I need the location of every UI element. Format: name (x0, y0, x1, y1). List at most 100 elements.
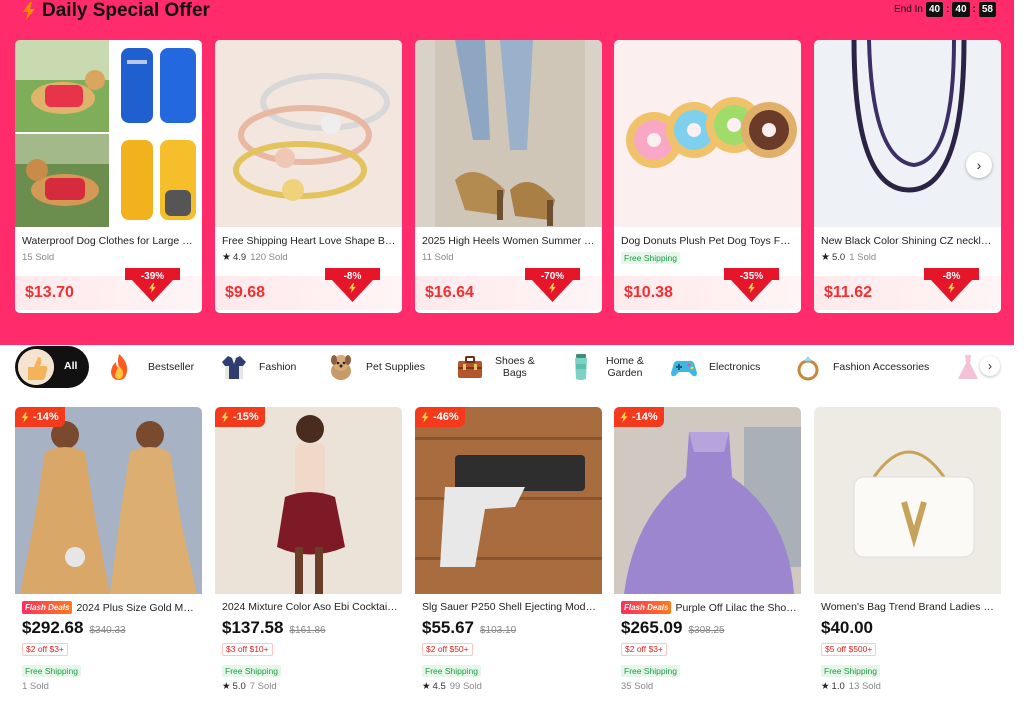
product-price: $265.09 (621, 618, 683, 637)
deal-name[interactable]: New Black Color Shining CZ necklace (821, 235, 995, 247)
product-name[interactable]: 2024 Mixture Color Aso Ebi Cocktail Dres… (222, 601, 398, 613)
free-shipping-badge: Free Shipping (821, 665, 880, 677)
lightning-icon (149, 283, 156, 293)
product-image-cocktail-dress[interactable]: -15% (215, 407, 402, 594)
star-icon: ★ (821, 252, 830, 263)
countdown-seconds: 58 (978, 2, 996, 17)
deal-rating-sold: ★ 4.9 120 Sold (222, 252, 288, 263)
product-sold: 35 Sold (621, 681, 654, 692)
product-card[interactable]: -14% Flash Deals 2024 Plus Size Gold Mer… (15, 407, 202, 701)
category-all[interactable]: All (15, 346, 89, 388)
lightning-icon (221, 411, 229, 423)
product-old-price: $340.33 (89, 625, 126, 636)
product-price: $292.68 (22, 618, 84, 637)
deal-card[interactable]: Dog Donuts Plush Pet Dog Toys For Chewin… (614, 40, 801, 313)
chevron-right-icon[interactable]: › (980, 356, 1000, 376)
deal-name[interactable]: 2025 High Heels Women Summer Sandals (422, 235, 596, 247)
category-electronics[interactable]: Electronics (669, 350, 760, 384)
product-image-gold-dress[interactable]: -14% (15, 407, 202, 594)
deal-card[interactable]: Waterproof Dog Clothes for Large Dogs 15… (15, 40, 202, 313)
flash-discount-tag: -46% (415, 407, 465, 427)
free-shipping-badge: Free Shipping (621, 252, 680, 264)
category-fashion-accessories[interactable]: Fashion Accessories (793, 350, 929, 384)
product-card[interactable]: -15% 2024 Mixture Color Aso Ebi Cocktail… (215, 407, 402, 701)
product-rating-sold: ★ 4.5 99 Sold (422, 681, 482, 692)
deal-name[interactable]: Dog Donuts Plush Pet Dog Toys For Chewin… (621, 235, 795, 247)
discount-badge: -35% (724, 268, 779, 302)
discount-badge: -39% (125, 268, 180, 302)
chevron-right-icon[interactable]: › (966, 152, 992, 178)
category-shoes-bags[interactable]: Shoes & Bags (455, 350, 535, 384)
dress-icon (958, 355, 978, 379)
product-name[interactable]: Slg Sauer P250 Shell Ejecting Model Toy (422, 601, 598, 613)
free-shipping-badge: Free Shipping (422, 665, 481, 677)
free-shipping-badge: Free Shipping (22, 665, 81, 677)
product-name[interactable]: Women's Bag Trend Brand Ladies Handbag (821, 601, 997, 613)
deal-price: $16.64 (425, 284, 474, 301)
star-icon: ★ (222, 252, 231, 263)
product-card[interactable]: -46% Slg Sauer P250 Shell Ejecting Model… (415, 407, 602, 701)
flash-discount-tag: -15% (215, 407, 265, 427)
deal-card[interactable]: 2025 High Heels Women Summer Sandals 11 … (415, 40, 602, 313)
countdown-hours: 40 (925, 2, 944, 17)
jacket-icon (222, 356, 246, 379)
product-image-handbag[interactable] (814, 407, 1001, 594)
cup-icon (575, 354, 587, 380)
star-icon: ★ (821, 681, 830, 692)
lightning-icon (549, 283, 556, 293)
category-pet-supplies[interactable]: Pet Supplies (326, 350, 425, 384)
deal-image-donut-toys[interactable] (614, 40, 801, 227)
product-name[interactable]: 2024 Plus Size Gold Mermaid Prom Dress (76, 602, 198, 614)
countdown-label: End In (894, 4, 923, 15)
product-old-price: $103.10 (480, 625, 517, 636)
product-rating-sold: ★ 5.0 7 Sold (222, 681, 277, 692)
product-old-price: $161.86 (289, 625, 326, 636)
category-bestseller[interactable]: Bestseller (104, 350, 194, 384)
lightning-icon (948, 283, 955, 293)
product-old-price: $308.25 (688, 625, 725, 636)
lightning-icon (620, 411, 628, 423)
coupon-tag[interactable]: $3 off $10+ (222, 643, 273, 656)
deal-card[interactable]: Free Shipping Heart Love Shape Bangle ★ … (215, 40, 402, 313)
lightning-icon (349, 283, 356, 293)
lightning-icon (421, 411, 429, 423)
thumbs-up-icon (18, 349, 54, 385)
product-name[interactable]: Purple Off Lilac the Shoulder Quinceaner… (675, 602, 797, 614)
product-sold: 1 Sold (22, 681, 49, 692)
star-icon: ★ (422, 681, 431, 692)
gamepad-icon (671, 360, 697, 377)
discount-badge: -8% (924, 268, 979, 302)
category-home-garden[interactable]: Home & Garden (566, 350, 644, 384)
product-card[interactable]: -14% Flash Deals Purple Off Lilac the Sh… (614, 407, 801, 701)
product-card[interactable]: Women's Bag Trend Brand Ladies Handbag $… (814, 407, 1001, 701)
free-shipping-badge: Free Shipping (222, 665, 281, 677)
product-rating-sold: ★ 1.0 13 Sold (821, 681, 881, 692)
countdown-minutes: 40 (952, 2, 970, 17)
deal-sold: 15 Sold (22, 252, 55, 263)
flash-deals-badge: Flash Deals (621, 601, 672, 614)
flash-deals-badge: Flash Deals (22, 601, 73, 614)
product-image-lilac-dress[interactable]: -14% (614, 407, 801, 594)
deal-image-necklace[interactable] (814, 40, 1001, 227)
product-image-toy-model[interactable]: -46% (415, 407, 602, 594)
discount-badge: -8% (325, 268, 380, 302)
daily-special-banner: Daily Special Offer End In 40 : 40 : 58 (0, 0, 1014, 345)
deal-image-heels[interactable] (415, 40, 602, 227)
deal-sold: 11 Sold (422, 252, 454, 263)
flash-discount-tag: -14% (614, 407, 664, 427)
coupon-tag[interactable]: $5 off $500+ (821, 643, 877, 656)
deal-image-bangles[interactable] (215, 40, 402, 227)
category-fashion[interactable]: Fashion (219, 350, 296, 384)
deal-image-dog-clothes[interactable] (15, 40, 202, 227)
coupon-tag[interactable]: $2 off $3+ (22, 643, 68, 656)
ring-icon (797, 356, 819, 381)
deal-name[interactable]: Free Shipping Heart Love Shape Bangle (222, 235, 396, 247)
deal-price: $10.38 (624, 284, 673, 301)
discount-badge: -70% (525, 268, 580, 302)
star-icon: ★ (222, 681, 231, 692)
product-price: $137.58 (222, 618, 284, 637)
coupon-tag[interactable]: $2 off $3+ (621, 643, 667, 656)
deal-name[interactable]: Waterproof Dog Clothes for Large Dogs (22, 235, 196, 247)
dog-icon (331, 355, 351, 380)
coupon-tag[interactable]: $2 off $50+ (422, 643, 473, 656)
